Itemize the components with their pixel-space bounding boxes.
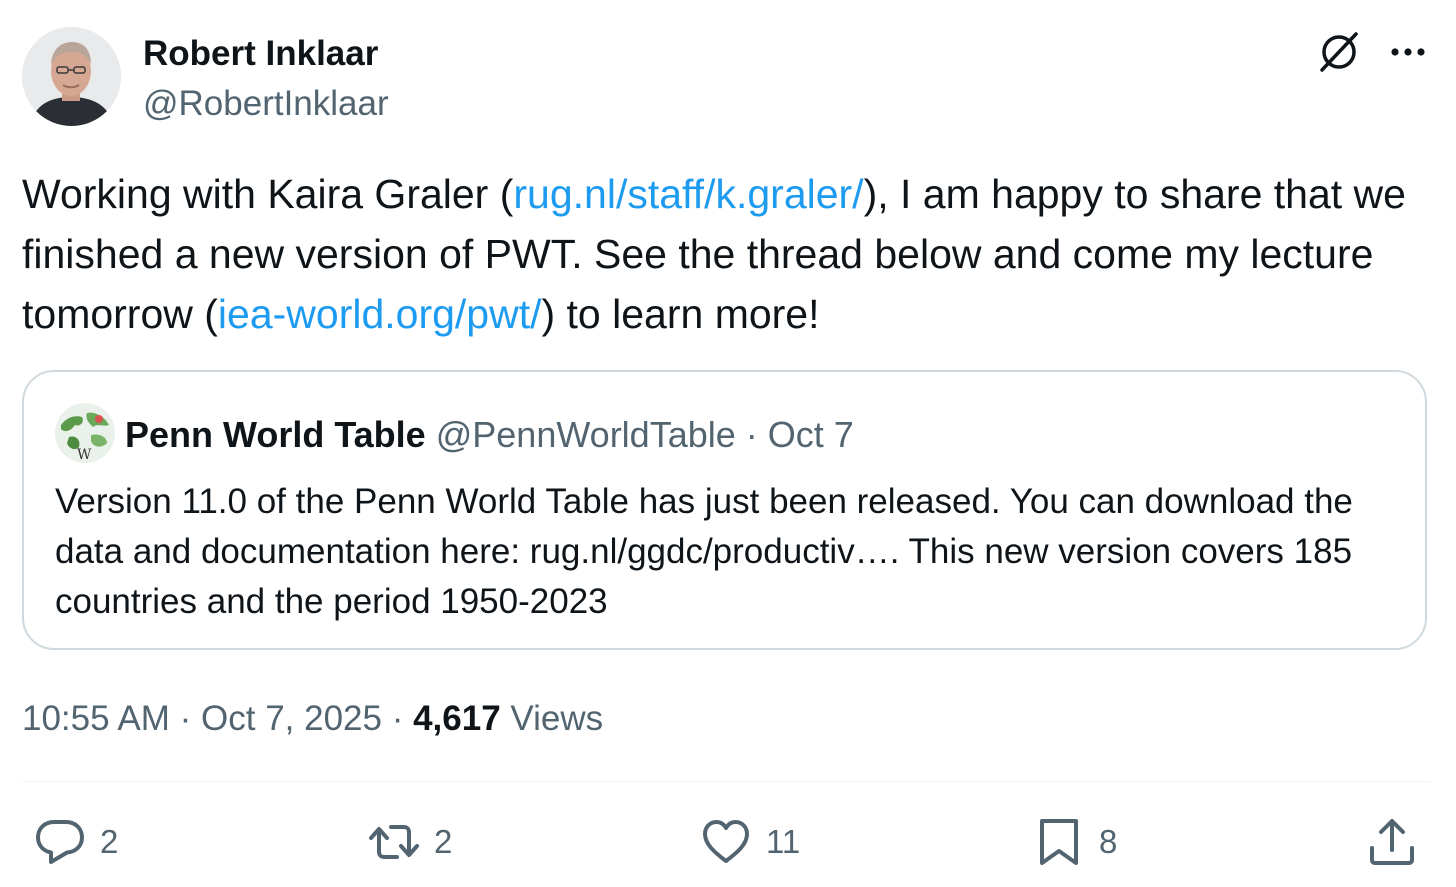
bookmark-count: 8: [1099, 823, 1118, 860]
tweet-meta: 10:55 AM · Oct 7, 2025 · 4,617 Views: [22, 698, 603, 740]
more-button[interactable]: [1382, 26, 1434, 78]
share-icon: [1370, 819, 1414, 865]
bookmark-button[interactable]: 8: [1033, 813, 1117, 871]
like-icon: [703, 820, 749, 863]
quote-avatar: W: [55, 403, 115, 463]
repost-button[interactable]: 2: [368, 813, 452, 871]
tweet-time[interactable]: 10:55 AM: [22, 699, 170, 738]
repost-count: 2: [434, 823, 453, 860]
quoted-tweet[interactable]: W Penn World Table @PennWorldTable · Oct…: [22, 370, 1427, 650]
svg-text:W: W: [77, 447, 92, 463]
like-button[interactable]: 11: [700, 813, 800, 871]
meta-separator: ·: [179, 699, 192, 738]
share-button[interactable]: [1366, 813, 1418, 871]
bookmark-icon: [1040, 819, 1078, 865]
pwt-link[interactable]: iea-world.org/pwt/: [218, 291, 542, 337]
meta-separator: ·: [391, 699, 404, 738]
views-count: 4,617: [413, 699, 501, 738]
tweet-date[interactable]: Oct 7, 2025: [201, 699, 382, 738]
tweet-text-part: ) to learn more!: [541, 291, 820, 337]
staff-link[interactable]: rug.nl/staff/k.graler/: [513, 171, 863, 217]
grok-button[interactable]: [1313, 26, 1365, 78]
reply-button[interactable]: 2: [34, 813, 118, 871]
grok-icon: [1320, 32, 1358, 72]
tweet-text-part: Working with Kaira Graler (: [22, 171, 514, 217]
profile-photo-icon: [22, 27, 121, 126]
repost-icon: [369, 825, 419, 859]
divider: [22, 781, 1430, 782]
quote-text: Version 11.0 of the Penn World Table has…: [55, 482, 1353, 621]
author-handle[interactable]: @RobertInklaar: [143, 84, 389, 124]
quote-author-handle[interactable]: @PennWorldTable: [436, 414, 736, 455]
more-icon: [1391, 48, 1425, 56]
views-label: Views: [510, 699, 604, 738]
like-count: 11: [766, 823, 801, 860]
quote-header: Penn World Table @PennWorldTable · Oct 7: [125, 414, 854, 456]
author-name[interactable]: Robert Inklaar: [143, 34, 378, 74]
quote-date[interactable]: Oct 7: [768, 414, 854, 455]
globe-logo-icon: W: [55, 403, 115, 463]
reply-icon: [36, 820, 84, 864]
quote-separator: ·: [745, 414, 758, 455]
tweet-text: Working with Kaira Graler (rug.nl/staff/…: [22, 164, 1432, 344]
reply-count: 2: [100, 823, 119, 860]
author-avatar[interactable]: [22, 27, 121, 126]
quote-author-name[interactable]: Penn World Table: [125, 414, 426, 455]
